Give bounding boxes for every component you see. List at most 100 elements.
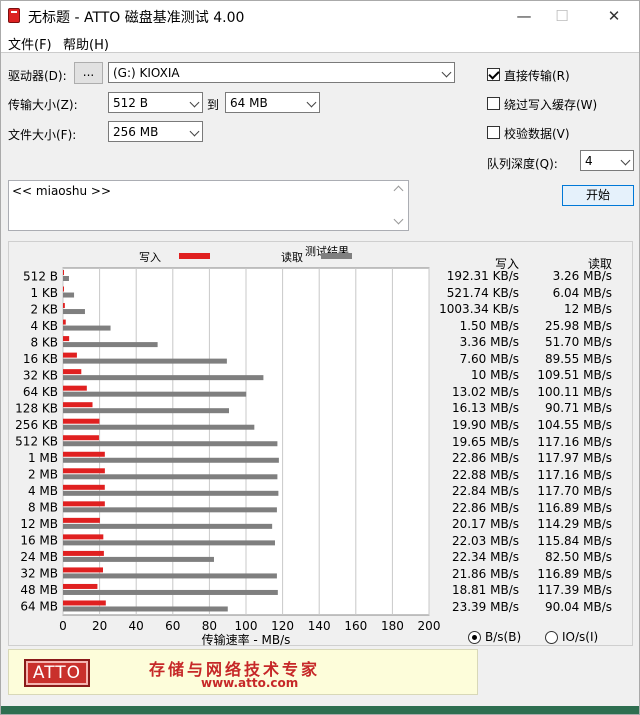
- write-bar: [63, 352, 77, 358]
- read-bar: [63, 474, 278, 480]
- write-bar: [63, 319, 66, 325]
- y-tick-label: 8 KB: [30, 335, 58, 349]
- y-tick-label: 16 KB: [23, 352, 58, 366]
- window-title: 无标题 - ATTO 磁盘基准测试 4.00: [28, 10, 245, 26]
- verify-data-checkbox[interactable]: [487, 126, 500, 139]
- chevron-down-icon: [306, 97, 317, 108]
- read-bar: [63, 573, 277, 579]
- read-bar: [63, 589, 278, 595]
- read-result: 117.39 MB/s: [537, 583, 612, 598]
- write-bar: [63, 418, 100, 424]
- write-bar: [63, 567, 104, 573]
- x-tick-label: 120: [271, 619, 294, 633]
- y-tick-label: 12 MB: [20, 517, 58, 531]
- x-tick-label: 80: [202, 619, 217, 633]
- y-tick-label: 256 KB: [15, 418, 58, 432]
- transfer-to-value: 64 MB: [230, 96, 268, 110]
- direct-io-label[interactable]: 直接传输(R): [504, 67, 570, 84]
- read-result: 82.50 MB/s: [544, 550, 612, 565]
- write-bar: [63, 385, 87, 391]
- y-tick-label: 1 KB: [30, 286, 58, 300]
- read-result: 116.89 MB/s: [537, 500, 612, 515]
- direct-io-checkbox[interactable]: [487, 68, 500, 81]
- atto-logo: ATTO: [24, 659, 90, 687]
- read-bar: [63, 441, 278, 447]
- x-tick-label: 180: [381, 619, 404, 633]
- read-bar: [63, 375, 264, 381]
- read-result: 89.55 MB/s: [544, 351, 612, 366]
- write-bar: [63, 402, 93, 408]
- read-bar: [63, 325, 111, 331]
- read-bar: [63, 342, 158, 348]
- io-label[interactable]: IO/s(I): [562, 630, 598, 644]
- y-tick-label: 4 MB: [28, 484, 58, 498]
- chevron-down-icon[interactable]: [393, 214, 404, 225]
- write-bar: [63, 484, 105, 490]
- read-bar: [63, 391, 247, 397]
- x-tick-label: 0: [59, 619, 67, 633]
- write-bar: [63, 336, 70, 342]
- chevron-up-icon[interactable]: [393, 185, 404, 196]
- write-bar: [63, 517, 100, 523]
- queue-depth-label: 队列深度(Q):: [487, 157, 558, 171]
- bytes-radio[interactable]: [468, 631, 481, 644]
- atto-banner[interactable]: ATTO 存储与网络技术专家 www.atto.com: [8, 649, 478, 695]
- read-bar: [63, 507, 277, 513]
- maximize-button[interactable]: ☐: [539, 1, 585, 31]
- y-tick-label: 64 MB: [20, 600, 58, 614]
- file-size-label: 文件大小(F):: [8, 128, 77, 142]
- bypass-cache-label[interactable]: 绕过写入缓存(W): [504, 96, 597, 113]
- y-tick-label: 512 KB: [15, 435, 58, 449]
- read-result: 90.04 MB/s: [544, 599, 612, 614]
- banner-url[interactable]: www.atto.com: [201, 676, 298, 690]
- y-tick-label: 64 KB: [23, 385, 58, 399]
- write-bar: [63, 451, 105, 457]
- queue-depth-select[interactable]: 4: [580, 150, 634, 171]
- read-bar: [63, 309, 85, 315]
- start-button[interactable]: 开始: [562, 185, 634, 206]
- y-tick-label: 48 MB: [20, 583, 58, 597]
- transfer-from-select[interactable]: 512 B: [108, 92, 203, 113]
- menu-file[interactable]: 文件(F): [8, 34, 52, 53]
- taskbar-strip: [1, 706, 639, 714]
- to-label: 到: [207, 98, 220, 112]
- write-bar: [63, 583, 98, 589]
- y-tick-label: 24 MB: [20, 550, 58, 564]
- read-bar: [63, 358, 227, 364]
- menu-help[interactable]: 帮助(H): [63, 34, 109, 53]
- drive-select[interactable]: (G:) KIOXIA: [108, 62, 455, 83]
- io-radio[interactable]: [545, 631, 558, 644]
- read-bar: [63, 292, 75, 298]
- y-tick-label: 16 MB: [20, 534, 58, 548]
- write-bar: [63, 286, 64, 292]
- chevron-down-icon: [620, 155, 631, 166]
- read-result: 104.55 MB/s: [537, 417, 612, 432]
- y-tick-label: 32 MB: [20, 567, 58, 581]
- read-bar: [63, 424, 255, 430]
- x-tick-label: 60: [165, 619, 180, 633]
- description-textarea[interactable]: << miaoshu >>: [8, 180, 409, 231]
- notes-scrollbar[interactable]: [391, 181, 408, 230]
- write-bar: [63, 501, 105, 507]
- bypass-cache-checkbox[interactable]: [487, 97, 500, 110]
- title-bar: 无标题 - ATTO 磁盘基准测试 4.00 — ☐ ✕: [1, 1, 639, 31]
- read-result: 117.70 MB/s: [537, 484, 612, 499]
- transfer-from-value: 512 B: [113, 96, 148, 110]
- legend-write-label: 写入: [139, 251, 161, 264]
- write-bar: [63, 303, 65, 309]
- transfer-size-label: 传输大小(Z):: [8, 98, 78, 112]
- app-window: 无标题 - ATTO 磁盘基准测试 4.00 — ☐ ✕ 文件(F) 帮助(H)…: [0, 0, 640, 715]
- legend-read-label: 读取: [281, 250, 303, 264]
- description-text: << miaoshu >>: [12, 184, 112, 198]
- bytes-label[interactable]: B/s(B): [485, 630, 521, 644]
- verify-data-label[interactable]: 校验数据(V): [504, 125, 570, 142]
- read-bar: [63, 408, 229, 414]
- transfer-to-select[interactable]: 64 MB: [225, 92, 320, 113]
- browse-button[interactable]: ...: [74, 62, 103, 84]
- write-bar: [63, 468, 105, 474]
- read-result: 116.89 MB/s: [537, 566, 612, 581]
- close-button[interactable]: ✕: [591, 1, 637, 31]
- write-bar: [63, 270, 64, 275]
- file-size-select[interactable]: 256 MB: [108, 121, 203, 142]
- drive-value: (G:) KIOXIA: [113, 66, 180, 80]
